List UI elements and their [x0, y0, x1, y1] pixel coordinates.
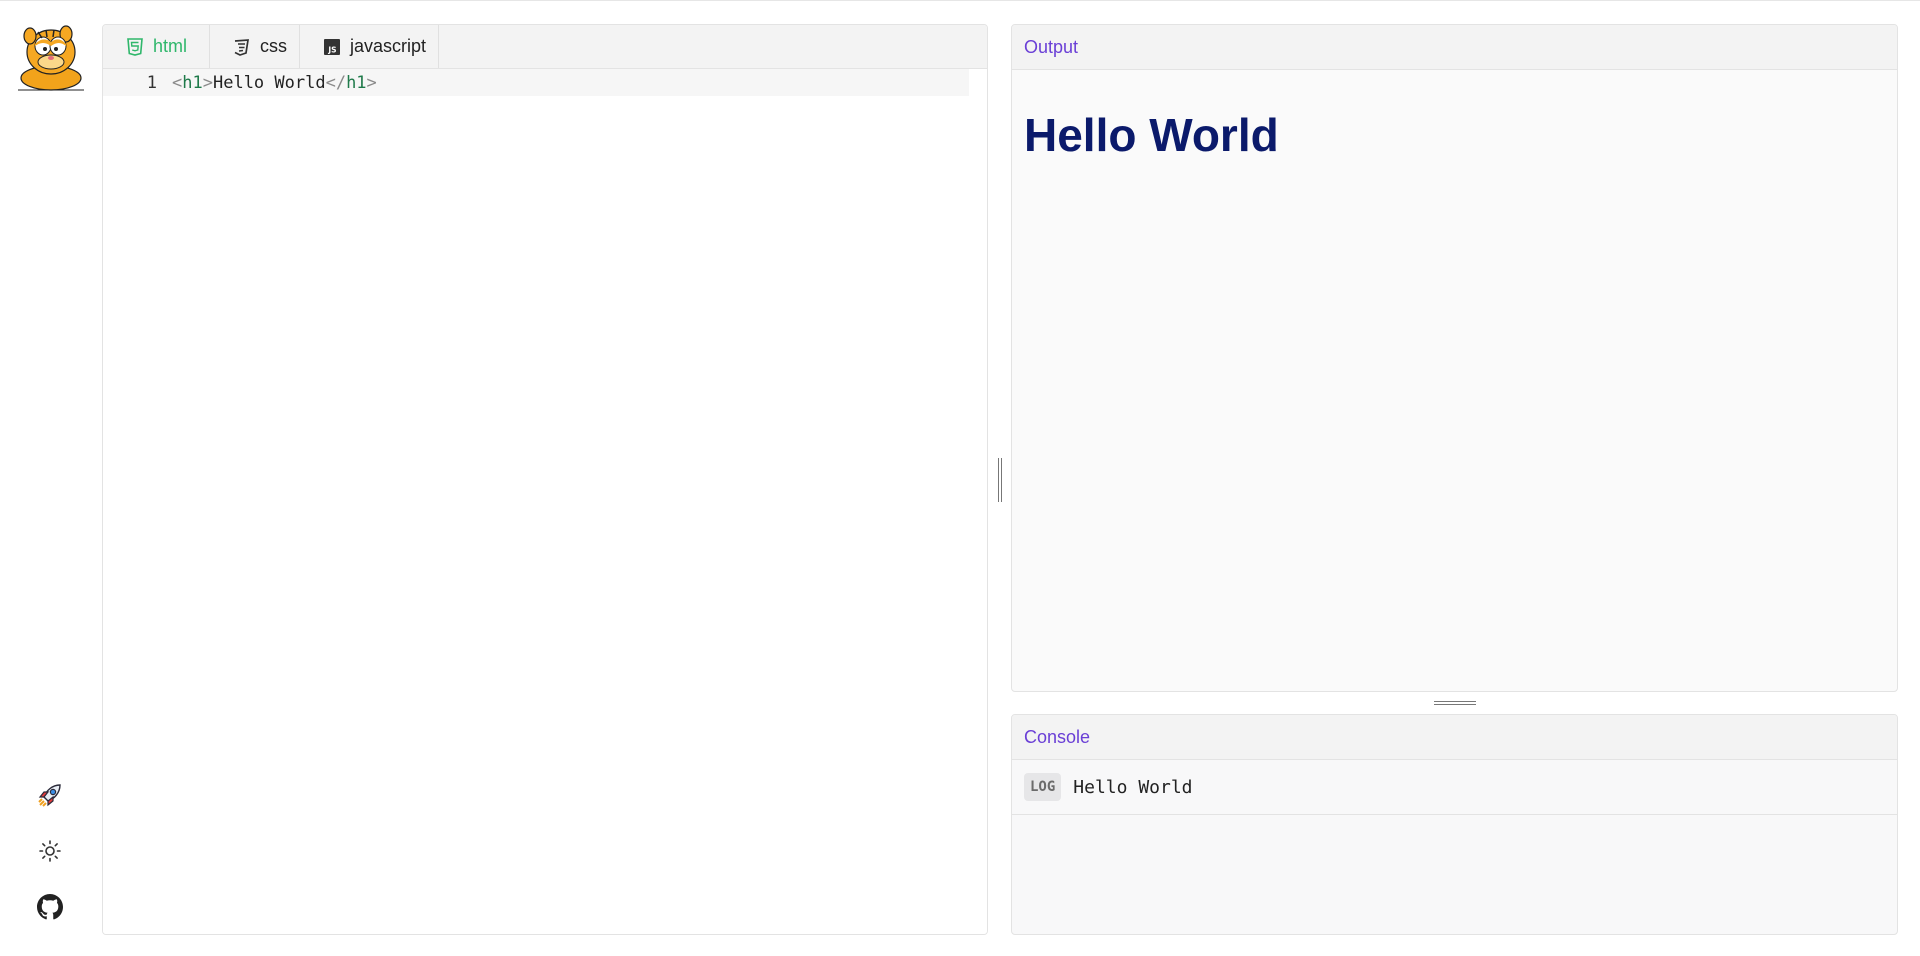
- line-number: 1: [146, 72, 157, 93]
- code-bracket: >: [366, 72, 377, 93]
- tab-javascript[interactable]: JS javascript: [300, 25, 440, 68]
- code-tag: h1: [346, 72, 367, 93]
- sun-icon[interactable]: [34, 835, 66, 867]
- tab-label: javascript: [350, 36, 427, 56]
- code-bracket: </: [325, 72, 347, 93]
- log-level-badge: LOG: [1024, 773, 1062, 801]
- garfield-logo-icon[interactable]: [16, 22, 86, 92]
- code-tag: h1: [182, 72, 203, 93]
- output-header: Output: [1012, 25, 1897, 70]
- code-line[interactable]: 1 <h1>Hello World</h1>: [103, 69, 969, 96]
- css3-icon: [232, 38, 250, 56]
- code-editor-panel: html css JS javascript 1 <h1>Hello World…: [102, 24, 988, 935]
- output-preview: Hello World: [1012, 70, 1897, 200]
- editor-tabs: html css JS javascript: [103, 25, 987, 69]
- console-panel: Console LOG Hello World: [1011, 714, 1898, 935]
- code-content: Hello World: [212, 72, 326, 93]
- code-bracket: <: [172, 72, 183, 93]
- rocket-icon[interactable]: [34, 779, 66, 811]
- html5-icon: [127, 37, 143, 56]
- tab-css[interactable]: css: [210, 25, 301, 68]
- code-text: <h1>Hello World</h1>: [172, 73, 377, 93]
- github-icon[interactable]: [34, 891, 66, 923]
- code-bracket: >: [202, 72, 213, 93]
- console-entry: LOG Hello World: [1012, 760, 1897, 815]
- sidebar: [0, 0, 100, 956]
- output-title: Output: [1024, 36, 1079, 57]
- log-message: Hello World: [1073, 776, 1193, 798]
- tab-html[interactable]: html: [103, 25, 211, 68]
- top-border: [0, 0, 1920, 1]
- output-heading: Hello World: [1024, 109, 1279, 161]
- vertical-splitter[interactable]: [997, 458, 1003, 502]
- console-header: Console: [1012, 715, 1897, 760]
- output-panel: Output Hello World: [1011, 24, 1898, 692]
- js-icon: JS: [324, 38, 341, 55]
- tab-label: html: [153, 36, 188, 56]
- horizontal-splitter[interactable]: [1434, 699, 1476, 707]
- svg-text:JS: JS: [327, 45, 336, 54]
- console-title: Console: [1024, 726, 1091, 747]
- tab-label: css: [260, 36, 288, 56]
- code-area[interactable]: 1 <h1>Hello World</h1>: [103, 69, 987, 934]
